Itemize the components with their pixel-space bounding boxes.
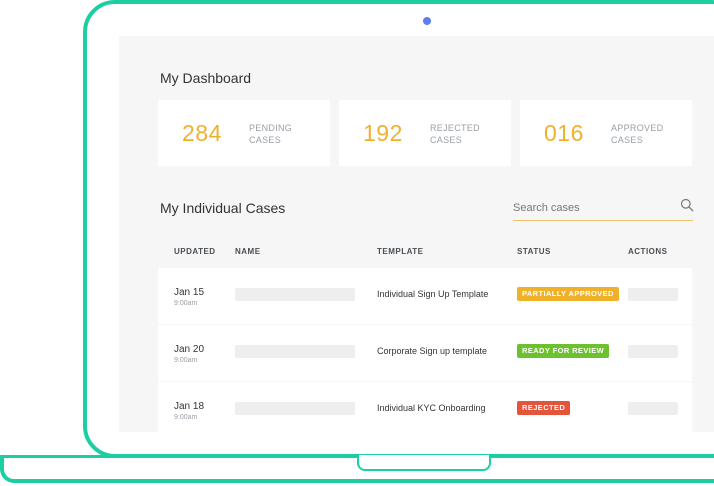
action-button[interactable] <box>628 402 678 415</box>
row-template: Individual KYC Onboarding <box>377 403 486 413</box>
name-placeholder <box>235 402 355 415</box>
stat-value: 284 <box>182 120 222 146</box>
action-button[interactable] <box>628 345 678 358</box>
search-underline <box>513 220 693 221</box>
camera-dot <box>423 17 431 25</box>
stat-label: PENDING CASES <box>249 123 293 145</box>
stat-value: 016 <box>544 120 584 146</box>
stat-card-approved: 016 APPROVED CASES <box>520 100 692 166</box>
row-date: Jan 15 <box>174 287 205 298</box>
action-button[interactable] <box>628 288 678 301</box>
search-icon[interactable] <box>680 198 694 212</box>
status-badge: PARTIALLY APPROVED <box>517 287 619 301</box>
row-time: 9:00am <box>174 357 198 364</box>
stat-value: 192 <box>363 120 403 146</box>
stat-card-pending: 284 PENDING CASES <box>158 100 330 166</box>
table-row[interactable]: Jan 15 9:00am Individual Sign Up Templat… <box>158 268 692 324</box>
table-row[interactable]: Jan 18 9:00am Individual KYC Onboarding … <box>158 382 692 432</box>
col-header-actions: ACTIONS <box>628 247 668 256</box>
stat-card-rejected: 192 REJECTED CASES <box>339 100 511 166</box>
row-time: 9:00am <box>174 300 198 307</box>
stat-label: REJECTED CASES <box>430 123 480 145</box>
dashboard-screen: My Dashboard 284 PENDING CASES 192 REJEC… <box>119 36 714 432</box>
row-date: Jan 18 <box>174 401 205 412</box>
laptop-notch <box>357 455 491 471</box>
row-date: Jan 20 <box>174 344 205 355</box>
row-template: Individual Sign Up Template <box>377 289 489 299</box>
name-placeholder <box>235 345 355 358</box>
col-header-template: TEMPLATE <box>377 247 424 256</box>
search-input[interactable] <box>513 197 673 219</box>
status-badge: REJECTED <box>517 401 571 415</box>
stat-label: APPROVED CASES <box>611 123 664 145</box>
col-header-status: STATUS <box>517 247 551 256</box>
page-title: My Dashboard <box>160 70 252 86</box>
table-row[interactable]: Jan 20 9:00am Corporate Sign up template… <box>158 325 692 381</box>
cases-section-title: My Individual Cases <box>160 200 286 216</box>
col-header-updated: UPDATED <box>174 247 216 256</box>
name-placeholder <box>235 288 355 301</box>
col-header-name: NAME <box>235 247 261 256</box>
status-badge: READY FOR REVIEW <box>517 344 610 358</box>
row-time: 9:00am <box>174 414 198 421</box>
row-template: Corporate Sign up template <box>377 346 488 356</box>
